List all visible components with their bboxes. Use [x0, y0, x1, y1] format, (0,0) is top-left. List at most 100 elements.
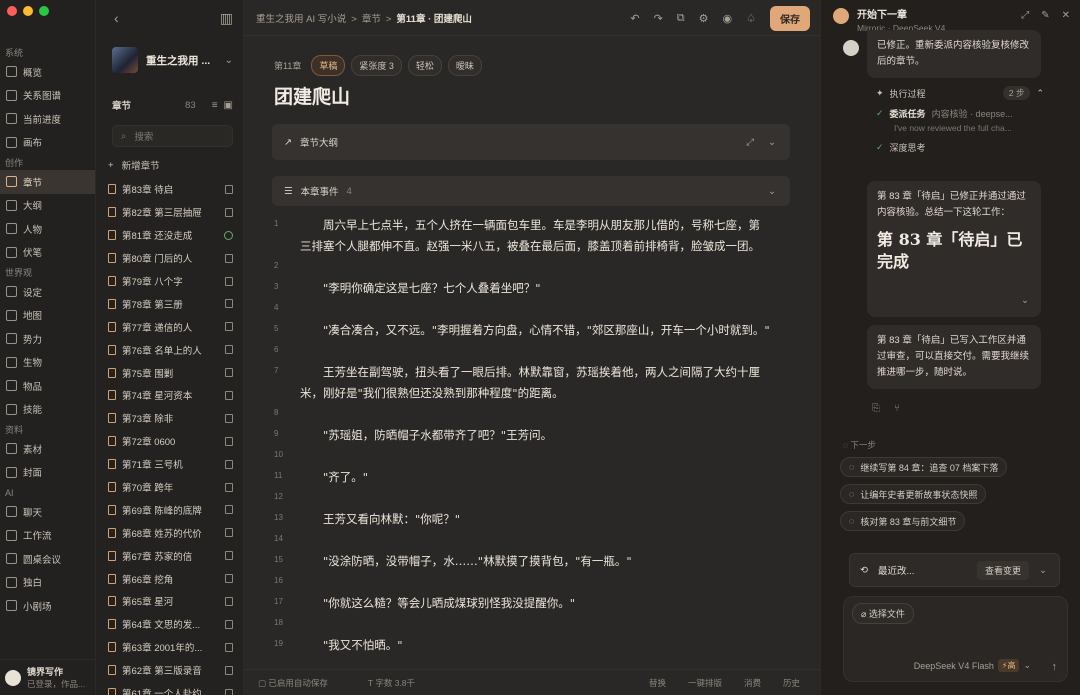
chapter-item[interactable]: 第75章 围剿: [102, 361, 237, 384]
nav-item-0[interactable]: 素材: [0, 437, 95, 461]
chapter-item[interactable]: 第78章 第三册: [102, 292, 237, 315]
nav-item-3[interactable]: 独白: [0, 571, 95, 595]
chapter-item[interactable]: 第64章 文思的发...: [102, 613, 237, 636]
nav-item-0[interactable]: 设定: [0, 280, 95, 304]
chapter-item[interactable]: 第63章 2001年的...: [102, 636, 237, 659]
sidebar-toggle-icon[interactable]: ▥: [220, 10, 233, 27]
chapter-item[interactable]: 第62章 第三版录音: [102, 659, 237, 682]
nav-item-1[interactable]: 封面: [0, 461, 95, 485]
back-chevron-icon[interactable]: ‹: [114, 10, 119, 26]
nav-item-5[interactable]: 技能: [0, 398, 95, 422]
events-panel[interactable]: ☰ 本章事件 4 ⌄: [272, 176, 790, 206]
manuscript-body[interactable]: 1 周六早上七点半，五个人挤在一辆面包车里。车是李明从朋友那儿借的，号称七座，第…: [274, 215, 790, 656]
suggestion-chip[interactable]: ◌ 核对第 83 章与前文细节: [840, 511, 966, 531]
preview-eye-icon[interactable]: ◉: [723, 12, 733, 25]
copy-icon[interactable]: ⧉: [677, 12, 685, 25]
expand-icon[interactable]: ⤢: [746, 137, 754, 148]
chapter-item[interactable]: 第71章 三号机: [102, 453, 237, 476]
expand-icon[interactable]: ⤢: [1021, 10, 1029, 21]
chapter-item[interactable]: 第80章 门后的人: [102, 247, 237, 270]
chapter-item[interactable]: 第76章 名单上的人: [102, 338, 237, 361]
execution-header[interactable]: ✦ 执行过程 2 步 ⌃: [876, 83, 1044, 103]
nav-item-0[interactable]: 聊天: [0, 500, 95, 524]
nav-item-4[interactable]: 小剧场: [0, 594, 95, 618]
minimize-window-button[interactable]: [23, 6, 33, 16]
bell-icon[interactable]: ♤: [746, 12, 756, 25]
chapter-item[interactable]: 第70章 跨年: [102, 476, 237, 499]
nav-item-4[interactable]: 物品: [0, 374, 95, 398]
branch-icon[interactable]: ⑂: [894, 403, 900, 414]
chapter-item[interactable]: 第61章 一个人赴约: [102, 682, 237, 695]
new-chapter-button[interactable]: + 新增章节: [108, 158, 160, 173]
nav-item-3[interactable]: 伏笔: [0, 241, 95, 265]
nav-item-3[interactable]: 画布: [0, 131, 95, 155]
send-icon[interactable]: ↑: [1052, 661, 1058, 673]
suggestion-chip[interactable]: ◌ 让编年史者更新故事状态快照: [840, 484, 987, 504]
nav-item-2[interactable]: 圆桌会议: [0, 547, 95, 571]
footer-action-3[interactable]: 历史: [783, 677, 800, 689]
chapter-item[interactable]: 第65章 星河: [102, 590, 237, 613]
footer-action-2[interactable]: 消费: [744, 677, 761, 689]
chapter-item[interactable]: 第82章 第三层抽屉: [102, 201, 237, 224]
user-profile[interactable]: 镜界写作 已登录，作品...: [0, 659, 95, 695]
step-delegate[interactable]: ✓ 委派任务 内容核验 · deepse...: [876, 103, 1044, 123]
chapter-item[interactable]: 第68章 姓苏的代价: [102, 521, 237, 544]
chapter-item[interactable]: 第66章 挖角: [102, 567, 237, 590]
chapter-item[interactable]: 第67章 苏家的信: [102, 544, 237, 567]
footer-action-0[interactable]: 替换: [649, 677, 666, 689]
model-selector[interactable]: DeepSeek V4 Flash ⚡高 ⌄: [914, 659, 1031, 672]
chevron-down-icon[interactable]: ⌄: [768, 137, 776, 148]
attach-file-button[interactable]: ⌀ 选择文件: [852, 603, 914, 624]
nav-item-2[interactable]: 势力: [0, 327, 95, 351]
nav-item-1[interactable]: 地图: [0, 304, 95, 328]
chapter-item[interactable]: 第77章 递信的人: [102, 315, 237, 338]
chapter-item[interactable]: 第69章 陈峰的底牌: [102, 498, 237, 521]
edit-icon[interactable]: ✎: [1041, 10, 1049, 21]
chapter-item[interactable]: 第79章 八个字: [102, 270, 237, 293]
nav-item-0[interactable]: 概览: [0, 60, 95, 84]
outline-panel[interactable]: ↗ 章节大纲 ⤢ ⌄: [272, 124, 790, 160]
chapter-title[interactable]: 团建爬山: [274, 82, 350, 109]
undo-icon[interactable]: ↶: [630, 12, 639, 25]
nav-item-2[interactable]: 当前进度: [0, 107, 95, 131]
book-selector[interactable]: 重生之我用 ... ⌄: [112, 44, 233, 76]
breadcrumb-book[interactable]: 重生之我用 AI 写小说: [256, 14, 346, 25]
chapter-item[interactable]: 第73章 除非: [102, 407, 237, 430]
copy-message-icon[interactable]: ⎘: [872, 403, 880, 414]
nav-item-0[interactable]: 章节: [0, 170, 95, 194]
tag-tension[interactable]: 紧张度 3: [351, 55, 402, 76]
redo-icon[interactable]: ↷: [654, 12, 663, 25]
chevron-down-icon[interactable]: ⌄: [768, 186, 776, 197]
close-window-button[interactable]: [7, 6, 17, 16]
view-changes-button[interactable]: 查看变更: [977, 560, 1030, 580]
chat-input[interactable]: ⌀ 选择文件 DeepSeek V4 Flash ⚡高 ⌄ ↑: [843, 596, 1068, 682]
save-button[interactable]: 保存: [770, 6, 810, 31]
zoom-window-button[interactable]: [39, 6, 49, 16]
tag-plain[interactable]: 暧昧: [447, 55, 482, 76]
gear-icon[interactable]: ⚙: [699, 12, 709, 25]
nav-item-1[interactable]: 关系图谱: [0, 84, 95, 108]
suggestion-chip[interactable]: ◌ 继续写第 84 章：追查 07 档案下落: [840, 457, 1008, 477]
chevron-down-icon[interactable]: ⌄: [1039, 565, 1047, 576]
chapter-item[interactable]: 第81章 还没走成: [102, 224, 237, 247]
chapter-item[interactable]: 第74章 星河资本: [102, 384, 237, 407]
breadcrumb-section[interactable]: 章节: [362, 14, 381, 25]
chapter-search-input[interactable]: ⌕ 搜索: [112, 125, 233, 147]
footer-action-1[interactable]: 一键排版: [688, 677, 722, 689]
chevron-up-icon[interactable]: ⌃: [1036, 88, 1044, 99]
nav-item-1[interactable]: 工作流: [0, 524, 95, 548]
nav-item-1[interactable]: 大纲: [0, 194, 95, 218]
chevron-down-icon[interactable]: ⌄: [1021, 293, 1029, 309]
tag-draft[interactable]: 草稿: [311, 55, 346, 76]
add-folder-icon[interactable]: ▣: [224, 100, 233, 111]
close-icon[interactable]: ✕: [1062, 10, 1070, 21]
chapter-item[interactable]: 第83章 待启: [102, 178, 237, 201]
tag-plain[interactable]: 轻松: [407, 55, 442, 76]
nav-item-3[interactable]: 生物: [0, 351, 95, 375]
chapter-item[interactable]: 第72章 0600: [102, 430, 237, 453]
sort-icon[interactable]: ≡: [212, 100, 218, 111]
chapter-item-label: 第81章 还没走成: [122, 231, 193, 243]
recent-changes-bar[interactable]: ⟲ 最近改... 查看变更 ⌄: [849, 553, 1060, 587]
nav-item-2[interactable]: 人物: [0, 217, 95, 241]
step-thinking[interactable]: ✓ 深度思考: [876, 137, 1044, 157]
